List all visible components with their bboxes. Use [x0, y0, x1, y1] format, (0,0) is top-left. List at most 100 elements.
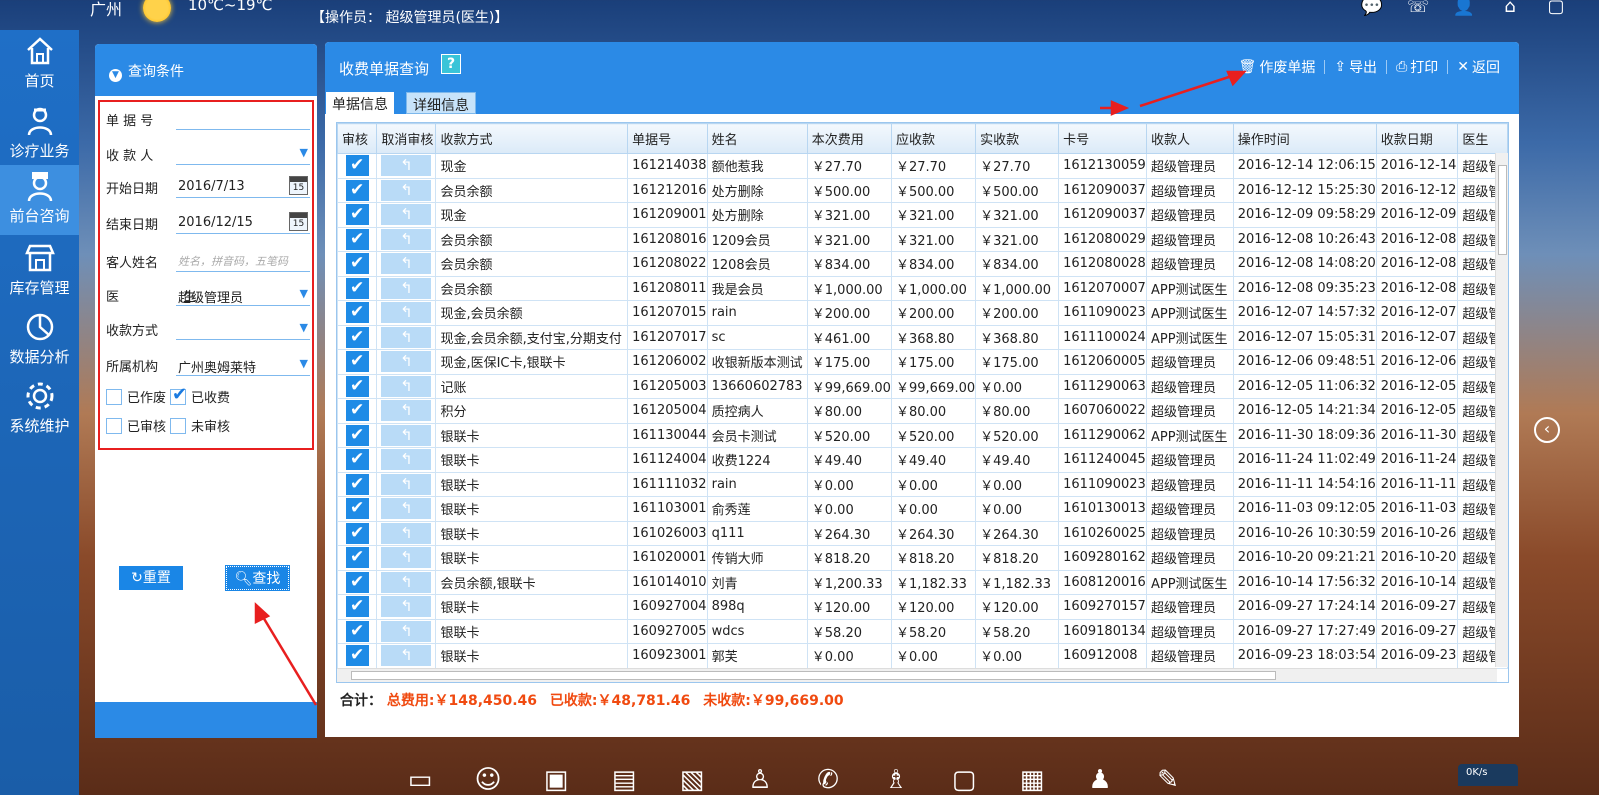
audit-checkbox-checked[interactable]: ✔	[345, 473, 369, 495]
chat-icon[interactable]: 💬	[1359, 0, 1385, 17]
column-header[interactable]: 姓名	[706, 123, 808, 154]
undo-icon[interactable]: ↰	[381, 228, 432, 250]
dock-nurse-icon[interactable]: ♙	[740, 758, 780, 795]
dock-bill-icon[interactable]: ▤	[604, 758, 644, 795]
column-header[interactable]: 操作时间	[1232, 123, 1377, 154]
column-header[interactable]: 收款方式	[435, 123, 629, 154]
undo-icon[interactable]: ↰	[381, 498, 432, 520]
undo-icon[interactable]: ↰	[381, 302, 432, 324]
doctor-select[interactable]: 超级管理员 ▼	[176, 282, 310, 306]
table-row[interactable]: ✔ ↰ 银联卡 161111032 rain ￥0.00 ￥0.00 ￥0.00 1611090…	[337, 471, 1508, 497]
nav-item-clinic[interactable]: 诊疗业务	[0, 100, 79, 166]
undo-icon[interactable]: ↰	[381, 375, 432, 397]
audit-checkbox-checked[interactable]: ✔	[345, 571, 369, 593]
undo-icon[interactable]: ↰	[381, 400, 432, 422]
audit-checkbox-checked[interactable]: ✔	[345, 645, 369, 667]
dock-tools-icon[interactable]: ✎	[1148, 758, 1188, 795]
table-row[interactable]: ✔ ↰ 银联卡 161124004 收费1224 ￥49.40 ￥49.40 ￥49.40 16…	[337, 447, 1508, 473]
window-icon[interactable]: ▢	[1543, 0, 1569, 17]
checkbox-box[interactable]	[170, 418, 186, 434]
audit-checkbox-checked[interactable]: ✔	[345, 253, 369, 275]
table-row[interactable]: ✔ ↰ 银联卡 160927005 wdcs ￥58.20 ￥58.20 ￥58.20 1609…	[337, 618, 1508, 644]
audit-checkbox-checked[interactable]: ✔	[345, 155, 369, 177]
audit-checkbox-checked[interactable]: ✔	[345, 400, 369, 422]
undo-icon[interactable]: ↰	[381, 522, 432, 544]
table-row[interactable]: ✔ ↰ 银联卡 161020001 传销大师 ￥818.20 ￥818.20 ￥818.20 1…	[337, 545, 1508, 571]
audit-checkbox-checked[interactable]: ✔	[345, 424, 369, 446]
column-header[interactable]: 应收款	[890, 123, 977, 154]
voided-checkbox[interactable]: 已作废	[106, 387, 166, 406]
scroll-thumb[interactable]	[351, 671, 1276, 680]
audit-checkbox-checked[interactable]: ✔	[345, 351, 369, 373]
dock-card-add-icon[interactable]: ▢	[944, 758, 984, 795]
dock-user-icon[interactable]: ☺	[468, 758, 508, 795]
calendar-icon[interactable]: 15	[289, 212, 308, 231]
audit-checkbox-checked[interactable]: ✔	[345, 302, 369, 324]
nav-item-front-desk[interactable]: 前台咨询	[0, 165, 79, 235]
dock-person-icon[interactable]: ♟	[1080, 758, 1120, 795]
checkbox-box-checked[interactable]	[170, 384, 187, 405]
table-row[interactable]: ✔ ↰ 银联卡 160923001 郭芙 ￥0.00 ￥0.00 ￥0.00 160912008…	[337, 643, 1508, 669]
table-row[interactable]: ✔ ↰ 会员余额 161208016 1209会员 ￥321.00 ￥321.00 ￥321.…	[337, 226, 1508, 252]
audit-checkbox-checked[interactable]: ✔	[345, 498, 369, 520]
checkbox-box[interactable]	[106, 389, 122, 405]
org-select[interactable]: 广州奥姆莱特 ▼	[176, 352, 310, 376]
dock-chat-icon[interactable]: ✆	[808, 758, 848, 795]
undo-icon[interactable]: ↰	[381, 645, 432, 667]
payee-select[interactable]: ▼	[176, 141, 310, 165]
table-row[interactable]: ✔ ↰ 现金,会员余额 161207015 rain ￥200.00 ￥200.00 ￥200…	[337, 300, 1508, 326]
table-row[interactable]: ✔ ↰ 会员余额 161212016 处方删除 ￥500.00 ￥500.00 ￥500.00…	[337, 177, 1508, 203]
column-header[interactable]: 卡号	[1058, 123, 1147, 154]
paid-checkbox[interactable]: 已收费	[170, 384, 230, 406]
column-header[interactable]: 医生	[1457, 123, 1508, 154]
column-header[interactable]: 本次费用	[806, 123, 892, 154]
table-row[interactable]: ✔ ↰ 现金,医保IC卡,银联卡 161206002 收银新版本测试 ￥175.00 ￥17…	[337, 349, 1508, 375]
unaudited-checkbox[interactable]: 未审核	[170, 416, 230, 435]
undo-icon[interactable]: ↰	[381, 620, 432, 642]
export-button[interactable]: ⇪ 导出	[1325, 57, 1386, 77]
collapse-right-icon[interactable]: ‹	[1534, 417, 1560, 443]
undo-icon[interactable]: ↰	[381, 326, 432, 348]
table-row[interactable]: ✔ ↰ 现金 161214038 额他惹我 ￥27.70 ￥27.70 ￥27.70 16121…	[337, 153, 1508, 179]
void-button[interactable]: 🗑 作废单据	[1230, 57, 1325, 77]
doc-no-input[interactable]	[176, 106, 310, 130]
tab-detail-info[interactable]: 详细信息	[406, 92, 476, 114]
audited-checkbox[interactable]: 已审核	[106, 416, 166, 435]
dock-payment-icon[interactable]: ▧	[672, 758, 712, 795]
table-row[interactable]: ✔ ↰ 银联卡 161130044 会员卡测试 ￥520.00 ￥520.00 ￥520.00…	[337, 422, 1508, 448]
audit-checkbox-checked[interactable]: ✔	[345, 277, 369, 299]
table-row[interactable]: ✔ ↰ 积分 161205004 质控病人 ￥80.00 ￥80.00 ￥80.00 16070…	[337, 398, 1508, 424]
audit-checkbox-checked[interactable]: ✔	[345, 204, 369, 226]
start-date-input[interactable]: 2016/7/13 15	[176, 174, 310, 198]
table-row[interactable]: ✔ ↰ 银联卡 161103001 俞秀莲 ￥0.00 ￥0.00 ￥0.00 16101300…	[337, 496, 1508, 522]
undo-icon[interactable]: ↰	[381, 277, 432, 299]
undo-icon[interactable]: ↰	[381, 547, 432, 569]
undo-icon[interactable]: ↰	[381, 204, 432, 226]
nav-item-home[interactable]: 首页	[0, 30, 79, 96]
end-date-input[interactable]: 2016/12/15 15	[176, 210, 310, 234]
reset-button[interactable]: ↻重置	[119, 566, 183, 590]
undo-icon[interactable]: ↰	[381, 351, 432, 373]
audit-checkbox-checked[interactable]: ✔	[345, 547, 369, 569]
undo-icon[interactable]: ↰	[381, 596, 432, 618]
audit-checkbox-checked[interactable]: ✔	[345, 326, 369, 348]
column-header[interactable]: 单据号	[627, 123, 708, 154]
column-header[interactable]: 审核	[337, 123, 378, 154]
phone-icon[interactable]: ☏	[1405, 0, 1431, 17]
print-button[interactable]: ⎙ 打印	[1387, 57, 1447, 77]
undo-icon[interactable]: ↰	[381, 155, 432, 177]
table-row[interactable]: ✔ ↰ 现金 161209001 处方删除 ￥321.00 ￥321.00 ￥321.00 16…	[337, 202, 1508, 228]
table-row[interactable]: ✔ ↰ 会员余额 161208022 1208会员 ￥834.00 ￥834.00 ￥834.…	[337, 251, 1508, 277]
nav-item-system[interactable]: 系统维护	[0, 375, 79, 441]
calendar-icon[interactable]: 15	[289, 176, 308, 195]
audit-checkbox-checked[interactable]: ✔	[345, 522, 369, 544]
scroll-thumb[interactable]	[1498, 165, 1507, 255]
table-row[interactable]: ✔ ↰ 会员余额 161208011 我是会员 ￥1,000.00 ￥1,000.00 ￥1,…	[337, 275, 1508, 301]
undo-icon[interactable]: ↰	[381, 473, 432, 495]
dock-card-icon[interactable]: ▭	[400, 758, 440, 795]
vertical-scrollbar[interactable]	[1495, 153, 1508, 667]
audit-checkbox-checked[interactable]: ✔	[345, 179, 369, 201]
column-header[interactable]: 取消审核	[376, 123, 437, 154]
tab-document-info[interactable]: 单据信息	[326, 92, 394, 114]
column-header[interactable]: 收款日期	[1375, 123, 1459, 154]
